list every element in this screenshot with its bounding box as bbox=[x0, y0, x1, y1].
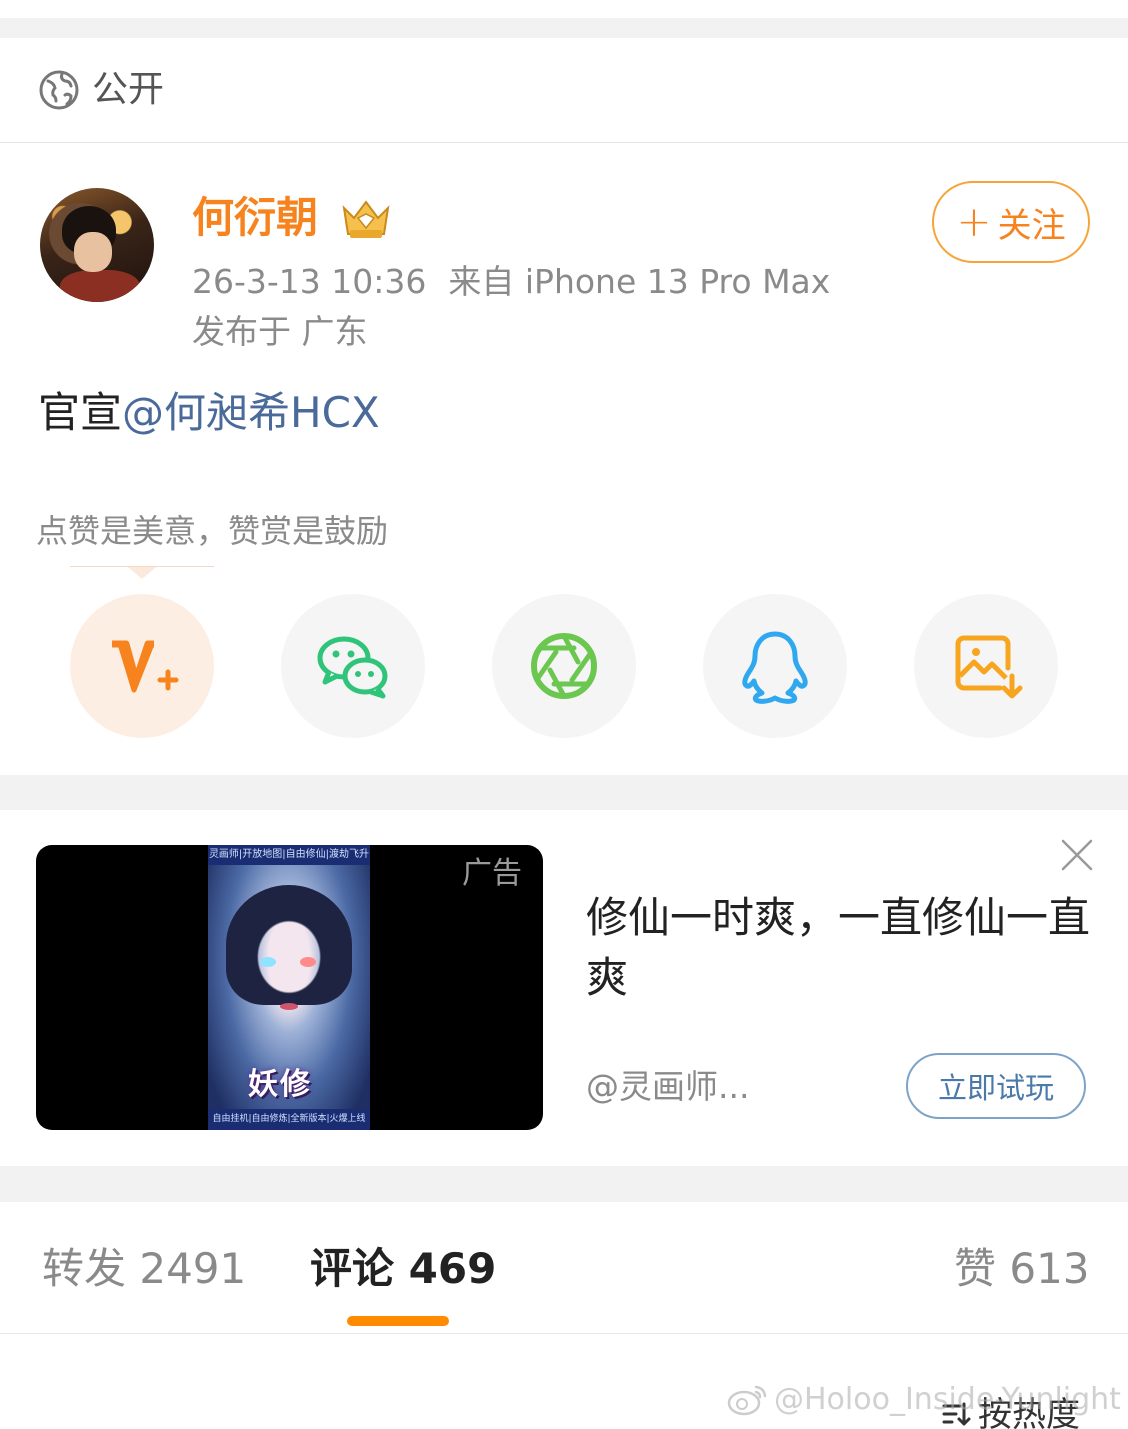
section-divider bbox=[0, 775, 1128, 810]
hint-pointer bbox=[128, 567, 156, 579]
tab-likes[interactable]: 赞 613 bbox=[954, 1240, 1090, 1298]
v-plus-icon bbox=[112, 640, 179, 693]
ad-poster: 灵画师|开放地图|自由修仙|渡劫飞升 妖修 自由挂机|自由修炼|全新版本|火爆上… bbox=[208, 845, 370, 1130]
close-icon[interactable] bbox=[1060, 838, 1094, 872]
share-weibo-vplus-button[interactable] bbox=[70, 594, 214, 738]
avatar[interactable] bbox=[40, 188, 154, 302]
crown-badge-icon bbox=[342, 200, 390, 238]
share-wechat-button[interactable] bbox=[281, 594, 425, 738]
section-divider bbox=[0, 1166, 1128, 1202]
follow-button[interactable]: + 关注 bbox=[932, 181, 1090, 263]
post-source: 来自 iPhone 13 Pro Max bbox=[448, 262, 831, 301]
ad-cta-button[interactable]: 立即试玩 bbox=[906, 1053, 1086, 1119]
post-text-prefix: 官宣 bbox=[38, 388, 123, 437]
globe-icon bbox=[39, 70, 79, 110]
ad-poster-title: 妖修 bbox=[248, 1067, 312, 1102]
ad-title[interactable]: 修仙一时爽，一直修仙一直爽 bbox=[586, 888, 1096, 1008]
reward-hint: 点赞是美意，赞赏是鼓励 bbox=[36, 512, 389, 550]
watermark: @Holoo_Inside-Yunlight bbox=[726, 1378, 1121, 1422]
section-divider bbox=[0, 18, 1128, 38]
ad-poster-bottom-text: 自由挂机|自由修炼|全新版本|火爆上线 bbox=[208, 1109, 370, 1130]
save-image-button[interactable] bbox=[914, 594, 1058, 738]
post-location: 发布于 广东 bbox=[192, 312, 368, 351]
visibility-row bbox=[0, 38, 1128, 143]
wechat-icon bbox=[317, 636, 388, 699]
share-qq-button[interactable] bbox=[703, 594, 847, 738]
username[interactable]: 何衍朝 bbox=[192, 190, 318, 246]
post-meta: 26-3-13 10:36 来自 iPhone 13 Pro Max bbox=[192, 258, 830, 306]
ad-badge: 广告 bbox=[462, 856, 522, 891]
share-moments-button[interactable] bbox=[492, 594, 636, 738]
post-timestamp: 26-3-13 10:36 bbox=[192, 262, 427, 301]
follow-label: 关注 bbox=[997, 205, 1066, 246]
tab-repost[interactable]: 转发 2491 bbox=[42, 1240, 246, 1298]
ad-account[interactable]: @灵画师... bbox=[586, 1064, 749, 1110]
plus-icon: + bbox=[956, 197, 992, 246]
tab-comments[interactable]: 评论 469 bbox=[310, 1240, 496, 1298]
save-image-icon bbox=[955, 635, 1023, 699]
weibo-logo-icon bbox=[727, 1385, 767, 1416]
aperture-icon bbox=[531, 633, 597, 699]
top-strip bbox=[0, 0, 1128, 18]
active-tab-indicator bbox=[347, 1316, 449, 1326]
watermark-text: @Holoo_Inside-Yunlight bbox=[774, 1382, 1121, 1417]
ad-poster-top-text: 灵画师|开放地图|自由修仙|渡劫飞升 bbox=[208, 845, 370, 865]
mention-link[interactable]: @何昶希HCX bbox=[122, 388, 380, 437]
post-text: 官宣@何昶希HCX bbox=[38, 384, 380, 442]
visibility-label: 公开 bbox=[92, 69, 165, 110]
qq-penguin-icon bbox=[742, 631, 808, 704]
